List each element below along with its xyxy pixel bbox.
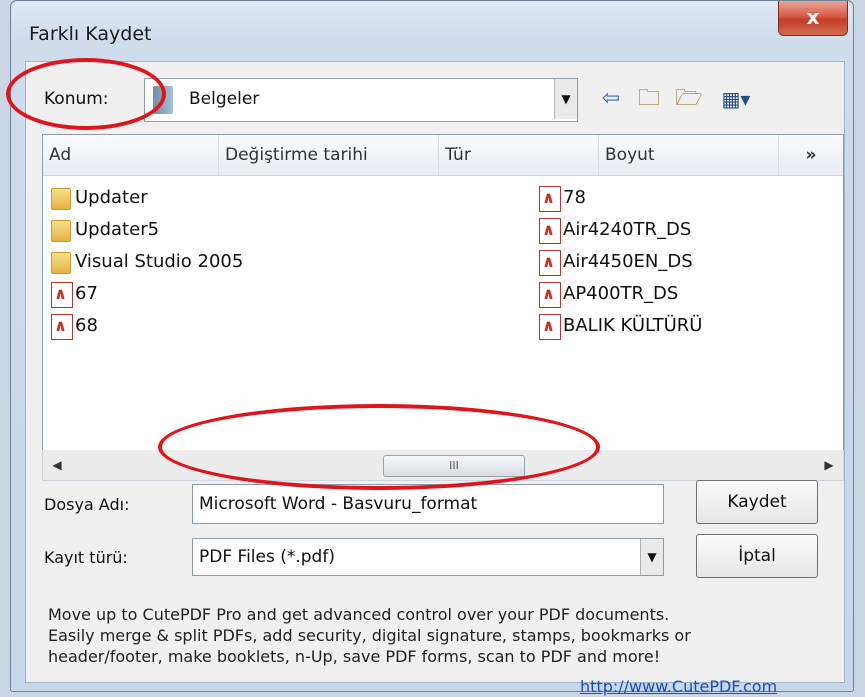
pdf-file-icon [539, 314, 561, 340]
chevron-down-icon[interactable]: ▼ [640, 539, 663, 575]
title-bar[interactable]: Farklı Kaydet x [11, 1, 853, 57]
list-item-label: 67 [75, 283, 98, 304]
chevron-down-icon[interactable]: ▼ [554, 79, 577, 119]
pdf-file-icon [539, 282, 561, 308]
more-columns-button[interactable]: » [779, 135, 843, 175]
folder-icon [51, 220, 71, 242]
save-button[interactable]: Kaydet [696, 480, 818, 524]
documents-folder-icon [153, 86, 173, 114]
filetype-select[interactable]: PDF Files (*.pdf) ▼ [192, 538, 664, 576]
promo-line: Easily merge & split PDFs, add security,… [48, 626, 691, 645]
scroll-left-arrow-icon[interactable]: ◀ [43, 450, 71, 480]
dialog-title: Farklı Kaydet [29, 23, 152, 45]
save-as-dialog: Farklı Kaydet x Konum: Belgeler ▼ ⇦ 🗀 🗁 … [10, 0, 854, 696]
promo-line: Move up to CutePDF Pro and get advanced … [48, 605, 670, 624]
location-value: Belgeler [189, 89, 260, 109]
pdf-file-icon [539, 218, 561, 244]
pdf-file-icon [51, 282, 73, 308]
view-menu-icon[interactable]: ▦▾ [712, 82, 760, 116]
dialog-body: Konum: Belgeler ▼ ⇦ 🗀 🗁 ▦▾ Ad Değiştirme… [25, 61, 848, 696]
horizontal-scrollbar[interactable]: ◀ III ▶ [42, 450, 844, 481]
filetype-value: PDF Files (*.pdf) [199, 547, 335, 567]
list-item-label: Updater5 [75, 219, 160, 240]
column-size[interactable]: Boyut [599, 135, 779, 175]
filetype-label: Kayıt türü: [44, 548, 128, 567]
list-item-label: BALIK KÜLTÜRÜ [563, 315, 703, 336]
list-item-label: Visual Studio 2005 [75, 251, 244, 272]
promo-text: Move up to CutePDF Pro and get advanced … [48, 604, 848, 667]
pdf-file-icon [539, 186, 561, 212]
promo-line: header/footer, make booklets, n-Up, save… [48, 647, 661, 666]
back-arrow-icon[interactable]: ⇦ [594, 82, 628, 116]
location-combo[interactable]: Belgeler ▼ [144, 78, 578, 122]
scroll-right-arrow-icon[interactable]: ▶ [815, 450, 843, 480]
folder-icon [51, 252, 71, 274]
list-item-label: Air4240TR_DS [563, 219, 692, 240]
cancel-button[interactable]: İptal [696, 534, 818, 578]
filename-label: Dosya Adı: [44, 495, 130, 514]
list-header: Ad Değiştirme tarihi Tür Boyut » [43, 135, 843, 176]
column-name[interactable]: Ad [43, 135, 219, 175]
pdf-file-icon [51, 314, 73, 340]
list-item-label: 68 [75, 315, 98, 336]
pdf-file-icon [539, 250, 561, 276]
list-item-label: Updater [75, 187, 148, 208]
scrollbar-thumb[interactable]: III [383, 455, 525, 477]
filename-input[interactable]: Microsoft Word - Basvuru_format [192, 484, 664, 524]
list-item-label: Air4450EN_DS [563, 251, 693, 272]
file-list[interactable]: Ad Değiştirme tarihi Tür Boyut » Updater… [42, 134, 844, 452]
up-folder-icon[interactable]: 🗀 [632, 82, 666, 116]
list-item-label: 78 [563, 187, 586, 208]
close-button[interactable]: x [778, 1, 848, 36]
location-label: Konum: [44, 89, 109, 109]
column-type[interactable]: Tür [439, 135, 599, 175]
list-item-label: AP400TR_DS [563, 283, 679, 304]
column-date-modified[interactable]: Değiştirme tarihi [219, 135, 439, 175]
folder-icon [51, 188, 71, 210]
new-folder-icon[interactable]: 🗁 [672, 82, 706, 116]
cutepdf-link[interactable]: http://www.CutePDF.com [580, 677, 777, 696]
